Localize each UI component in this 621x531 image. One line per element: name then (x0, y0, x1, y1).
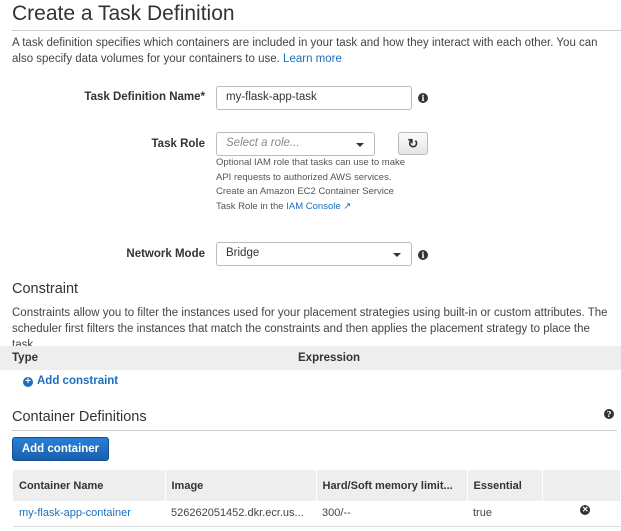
network-mode-label: Network Mode (126, 248, 205, 260)
column-container-name: Container Name (13, 470, 166, 501)
learn-more-link[interactable]: Learn more (283, 53, 342, 65)
remove-container-icon[interactable]: ✕ (580, 505, 591, 516)
constraint-table-header: Type Expression (0, 346, 621, 370)
task-name-input[interactable]: my-flask-app-task (216, 86, 412, 110)
add-container-button[interactable]: Add container (12, 437, 109, 461)
container-table: Container Name Image Hard/Soft memory li… (13, 470, 621, 527)
task-role-label: Task Role (151, 138, 205, 150)
container-essential: true (467, 501, 542, 527)
column-type: Type (12, 352, 38, 364)
help-icon[interactable]: ? (604, 409, 614, 419)
page-title: Create a Task Definition (12, 2, 235, 25)
info-icon[interactable]: i (418, 93, 428, 103)
divider (12, 430, 617, 431)
container-image: 526262051452.dkr.ecr.us... (165, 501, 316, 527)
refresh-button[interactable]: ↻ (398, 132, 428, 155)
column-actions (542, 470, 621, 501)
info-icon[interactable]: i (418, 250, 428, 260)
constraint-title: Constraint (12, 281, 79, 297)
table-row: my-flask-app-container 526262051452.dkr.… (13, 501, 621, 527)
divider (12, 30, 621, 31)
column-expression: Expression (298, 352, 360, 364)
task-name-label: Task Definition Name* (84, 91, 205, 103)
refresh-icon: ↻ (407, 136, 419, 151)
column-essential: Essential (467, 470, 543, 501)
external-link-icon: ↗ (343, 200, 352, 212)
page-description: A task definition specifies which contai… (12, 37, 598, 65)
plus-circle-icon: + (23, 377, 33, 387)
container-memory: 300/-- (316, 501, 467, 527)
container-name-link[interactable]: my-flask-app-container (19, 507, 131, 519)
iam-console-link[interactable]: IAM Console (286, 201, 340, 212)
column-image: Image (165, 470, 317, 501)
task-role-help: Optional IAM role that tasks can use to … (216, 157, 406, 212)
task-role-select[interactable]: Select a role... (216, 132, 375, 156)
column-memory: Hard/Soft memory limit... (316, 470, 468, 501)
network-mode-select[interactable]: Bridge (216, 242, 412, 266)
add-constraint-button[interactable]: + Add constraint (23, 375, 118, 387)
container-definitions-title: Container Definitions (12, 409, 147, 425)
